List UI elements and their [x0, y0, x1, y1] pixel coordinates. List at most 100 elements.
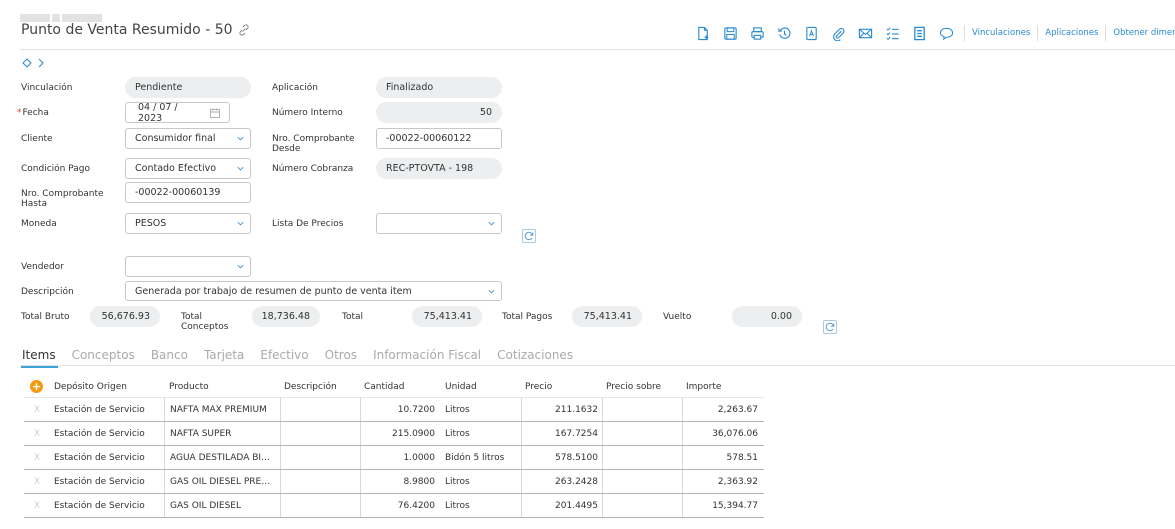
cell-importe[interactable]: 2,263.67: [682, 398, 762, 421]
chevron-down-icon[interactable]: [236, 262, 245, 271]
aplicaciones-link[interactable]: Aplicaciones: [1037, 25, 1105, 41]
cell-descripcion[interactable]: [280, 470, 360, 493]
save-icon[interactable]: [721, 24, 739, 42]
delete-row-icon[interactable]: X: [34, 446, 40, 469]
cliente-select[interactable]: Consumidor final: [125, 128, 251, 149]
cell-precio-sobre[interactable]: [602, 470, 682, 493]
chevron-down-icon[interactable]: [487, 219, 496, 228]
tab-otros[interactable]: Otros: [325, 348, 357, 362]
cell-cantidad[interactable]: 76.4200: [360, 494, 440, 517]
cell-deposito[interactable]: Estación de Servicio: [54, 446, 145, 469]
descripcion-input[interactable]: Generada por trabajo de resumen de punto…: [125, 281, 502, 301]
tab-efectivo[interactable]: Efectivo: [260, 348, 308, 362]
new-document-icon[interactable]: [694, 24, 712, 42]
refresh-lista-button[interactable]: [522, 229, 536, 243]
cell-producto[interactable]: AGUA DESTILADA BI…: [164, 446, 280, 469]
cell-precio[interactable]: 578.5100: [521, 446, 602, 469]
cell-cantidad[interactable]: 215.0900: [360, 422, 440, 445]
chevron-down-icon[interactable]: [236, 219, 245, 228]
link-icon[interactable]: [238, 24, 250, 36]
attach-icon[interactable]: [829, 24, 847, 42]
cell-cantidad[interactable]: 8.9800: [360, 470, 440, 493]
cell-importe[interactable]: 36,076.06: [682, 422, 762, 445]
cell-producto[interactable]: NAFTA SUPER: [164, 422, 280, 445]
cell-precio-sobre[interactable]: [602, 398, 682, 421]
cell-unidad[interactable]: Litros: [445, 494, 470, 517]
tab-tarjeta[interactable]: Tarjeta: [204, 348, 244, 362]
print-icon[interactable]: [748, 24, 766, 42]
cell-unidad[interactable]: Litros: [445, 422, 470, 445]
table-row[interactable]: X Estación de Servicio AGUA DESTILADA BI…: [24, 446, 764, 470]
refresh-totals-button[interactable]: [823, 320, 837, 334]
cell-producto[interactable]: GAS OIL DIESEL: [164, 494, 280, 517]
chevron-down-icon[interactable]: [236, 164, 245, 173]
lista-precios-select[interactable]: [376, 213, 502, 234]
col-deposito-origen[interactable]: Depósito Origen: [54, 376, 127, 397]
table-row[interactable]: X Estación de Servicio NAFTA MAX PREMIUM…: [24, 398, 764, 422]
mail-icon[interactable]: [856, 24, 874, 42]
cell-deposito[interactable]: Estación de Servicio: [54, 398, 145, 421]
table-row[interactable]: X Estación de Servicio GAS OIL DIESEL 76…: [24, 494, 764, 518]
col-importe[interactable]: Importe: [686, 376, 721, 397]
fecha-input[interactable]: 04 / 07 / 2023: [125, 102, 230, 124]
chevron-down-icon[interactable]: [236, 134, 245, 143]
cell-cantidad[interactable]: 1.0000: [360, 446, 440, 469]
nro-desde-input[interactable]: -00022-00060122: [376, 128, 502, 149]
cell-precio[interactable]: 167.7254: [521, 422, 602, 445]
cell-precio[interactable]: 201.4495: [521, 494, 602, 517]
tag-icon[interactable]: [22, 58, 32, 71]
cell-importe[interactable]: 15,394.77: [682, 494, 762, 517]
col-unidad[interactable]: Unidad: [445, 376, 477, 397]
cell-producto[interactable]: GAS OIL DIESEL PRE…: [164, 470, 280, 493]
chevron-right-icon[interactable]: [38, 58, 44, 71]
cell-unidad[interactable]: Litros: [445, 470, 470, 493]
cell-descripcion[interactable]: [280, 422, 360, 445]
tab-banco[interactable]: Banco: [151, 348, 188, 362]
delete-row-icon[interactable]: X: [34, 422, 40, 445]
cell-precio-sobre[interactable]: [602, 494, 682, 517]
notes-icon[interactable]: [910, 24, 928, 42]
chevron-down-icon[interactable]: [487, 287, 496, 296]
table-row[interactable]: X Estación de Servicio NAFTA SUPER 215.0…: [24, 422, 764, 446]
cell-deposito[interactable]: Estación de Servicio: [54, 494, 145, 517]
cell-descripcion[interactable]: [280, 494, 360, 517]
tab-informacion-fiscal[interactable]: Información Fiscal: [373, 348, 481, 362]
cell-unidad[interactable]: Litros: [445, 398, 470, 421]
calendar-icon[interactable]: [210, 108, 220, 118]
pdf-icon[interactable]: [802, 24, 820, 42]
col-precio[interactable]: Precio: [525, 376, 552, 397]
cell-precio-sobre[interactable]: [602, 446, 682, 469]
tab-cotizaciones[interactable]: Cotizaciones: [497, 348, 573, 362]
cell-importe[interactable]: 2,363.92: [682, 470, 762, 493]
col-producto[interactable]: Producto: [169, 376, 209, 397]
col-cantidad[interactable]: Cantidad: [364, 376, 404, 397]
delete-row-icon[interactable]: X: [34, 398, 40, 421]
checklist-icon[interactable]: [883, 24, 901, 42]
tab-items[interactable]: Items: [21, 348, 58, 368]
cell-unidad[interactable]: Bidón 5 litros: [445, 446, 504, 469]
vendedor-select[interactable]: [125, 256, 251, 277]
cell-precio[interactable]: 211.1632: [521, 398, 602, 421]
moneda-select[interactable]: PESOS: [125, 213, 251, 234]
col-descripcion[interactable]: Descripción: [284, 376, 337, 397]
cell-deposito[interactable]: Estación de Servicio: [54, 422, 145, 445]
add-row-button[interactable]: +: [30, 380, 43, 393]
col-precio-sobre[interactable]: Precio sobre: [606, 376, 661, 397]
comment-icon[interactable]: [937, 24, 955, 42]
tab-conceptos[interactable]: Conceptos: [72, 348, 135, 362]
cell-descripcion[interactable]: [280, 398, 360, 421]
cell-cantidad[interactable]: 10.7200: [360, 398, 440, 421]
history-icon[interactable]: [775, 24, 793, 42]
cell-precio[interactable]: 263.2428: [521, 470, 602, 493]
cell-descripcion[interactable]: [280, 446, 360, 469]
nro-hasta-input[interactable]: -00022-00060139: [125, 182, 251, 203]
cell-importe[interactable]: 578.51: [682, 446, 762, 469]
vinculaciones-link[interactable]: Vinculaciones: [964, 25, 1037, 41]
delete-row-icon[interactable]: X: [34, 494, 40, 517]
obtener-dimensiones-link[interactable]: Obtener dimensiones: [1105, 25, 1175, 41]
condicion-pago-select[interactable]: Contado Efectivo: [125, 158, 251, 179]
cell-deposito[interactable]: Estación de Servicio: [54, 470, 145, 493]
cell-producto[interactable]: NAFTA MAX PREMIUM: [164, 398, 280, 421]
table-row[interactable]: X Estación de Servicio GAS OIL DIESEL PR…: [24, 470, 764, 494]
cell-precio-sobre[interactable]: [602, 422, 682, 445]
